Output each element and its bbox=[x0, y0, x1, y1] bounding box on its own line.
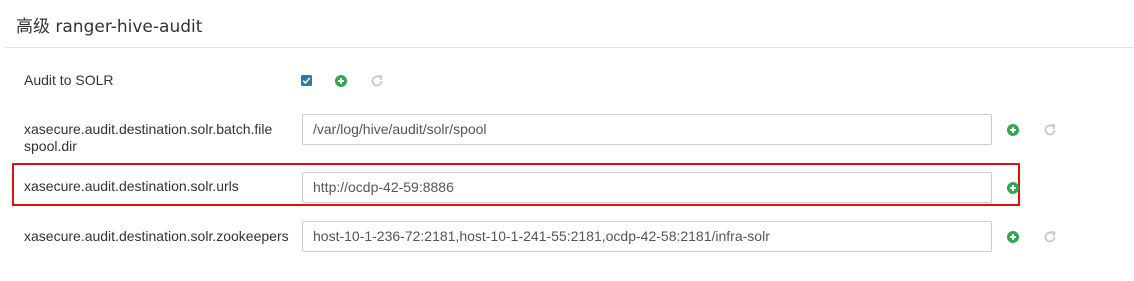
row-label-zookeepers: xasecure.audit.destination.solr.zookeepe… bbox=[24, 228, 289, 244]
row-label-audit-to-solr: Audit to SOLR bbox=[24, 72, 114, 88]
add-override-icon[interactable] bbox=[1007, 231, 1019, 243]
undo-icon[interactable] bbox=[1043, 230, 1057, 244]
row-label-solr-urls: xasecure.audit.destination.solr.urls bbox=[24, 178, 239, 194]
add-override-icon[interactable] bbox=[335, 75, 347, 87]
solr-urls-input[interactable]: http://ocdp-42-59:8886 bbox=[302, 172, 992, 203]
filespool-dir-input[interactable]: /var/log/hive/audit/solr/spool bbox=[302, 114, 992, 145]
section-title: 高级 ranger-hive-audit bbox=[16, 17, 203, 37]
row-label-filespool-dir: xasecure.audit.destination.solr.batch.fi… bbox=[24, 121, 273, 154]
add-override-icon[interactable] bbox=[1007, 182, 1019, 194]
undo-icon[interactable] bbox=[1043, 123, 1057, 137]
add-override-icon[interactable] bbox=[1007, 124, 1019, 136]
zookeepers-input[interactable]: host-10-1-236-72:2181,host-10-1-241-55:2… bbox=[302, 221, 992, 252]
checkbox-icon[interactable] bbox=[301, 75, 312, 86]
title-divider bbox=[5, 47, 1134, 48]
undo-icon[interactable] bbox=[370, 74, 384, 88]
